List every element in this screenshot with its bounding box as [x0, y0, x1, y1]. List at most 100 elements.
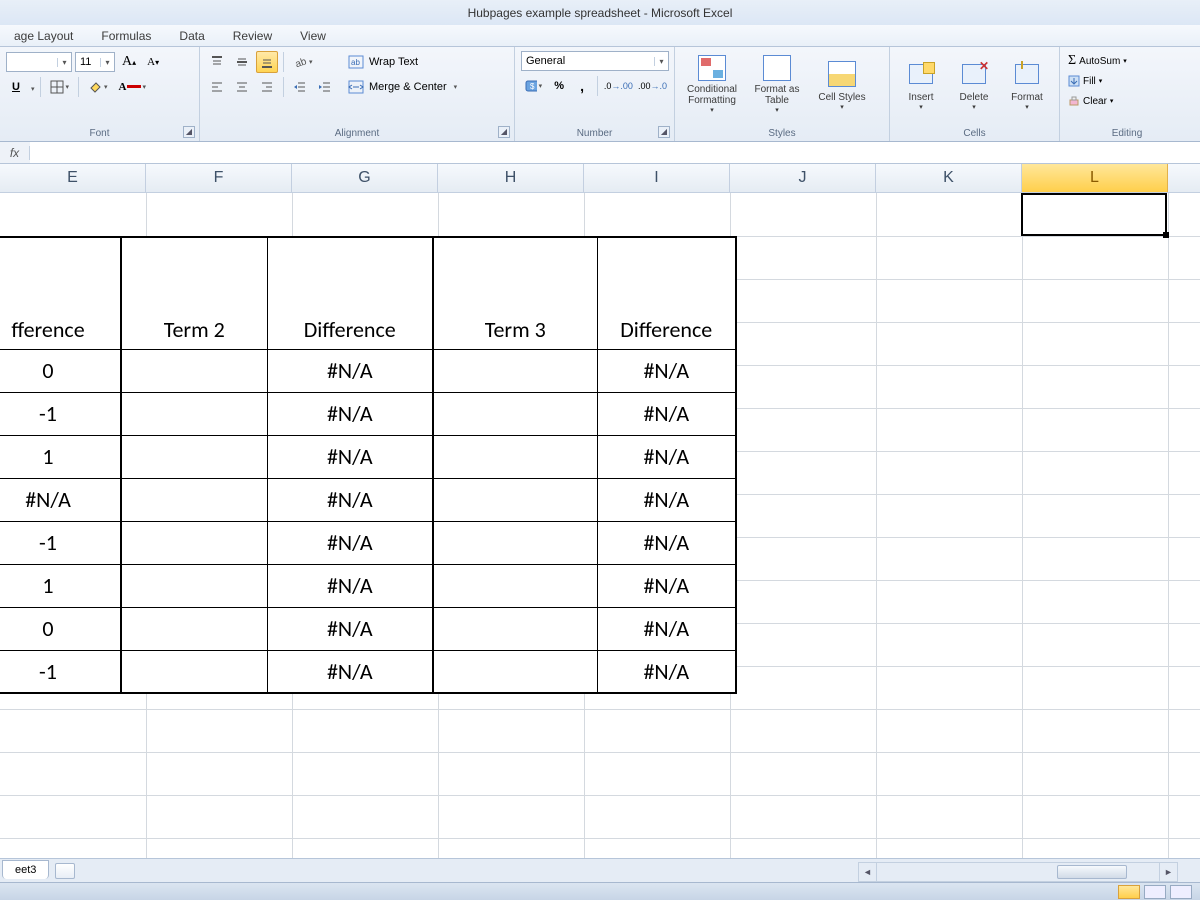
table-cell[interactable]: #N/A	[597, 650, 736, 693]
insert-cells-button[interactable]: Insert▾	[896, 51, 946, 117]
table-cell[interactable]	[433, 478, 597, 521]
percent-button[interactable]: %	[549, 75, 569, 97]
fx-icon[interactable]: fx	[0, 146, 30, 160]
cell-styles-button[interactable]: Cell Styles▾	[811, 51, 873, 117]
table-cell[interactable]	[433, 650, 597, 693]
column-header-I[interactable]: I	[584, 164, 730, 192]
tab-page-layout[interactable]: age Layout	[0, 26, 87, 46]
align-right-button[interactable]	[256, 76, 278, 98]
autosum-button[interactable]: ΣAutoSum▾	[1066, 51, 1194, 71]
table-cell[interactable]: #N/A	[267, 607, 433, 650]
fill-color-button[interactable]	[84, 76, 112, 98]
align-center-button[interactable]	[231, 76, 253, 98]
table-cell[interactable]	[121, 435, 267, 478]
table-header[interactable]: fference	[0, 237, 121, 349]
table-cell[interactable]: #N/A	[0, 478, 121, 521]
column-header-G[interactable]: G	[292, 164, 438, 192]
column-header-K[interactable]: K	[876, 164, 1022, 192]
align-top-button[interactable]	[206, 51, 228, 73]
decrease-indent-button[interactable]	[289, 76, 311, 98]
orientation-button[interactable]: ab	[289, 51, 317, 73]
table-cell[interactable]: 1	[0, 435, 121, 478]
table-header[interactable]: Difference	[597, 237, 736, 349]
table-cell[interactable]: #N/A	[267, 478, 433, 521]
column-header-E[interactable]: E	[0, 164, 146, 192]
table-cell[interactable]: #N/A	[267, 392, 433, 435]
table-cell[interactable]: #N/A	[597, 349, 736, 392]
table-cell[interactable]	[121, 607, 267, 650]
normal-view-button[interactable]	[1118, 885, 1140, 899]
align-bottom-button[interactable]	[256, 51, 278, 73]
table-cell[interactable]	[433, 607, 597, 650]
table-cell[interactable]: -1	[0, 650, 121, 693]
column-header-J[interactable]: J	[730, 164, 876, 192]
table-cell[interactable]: #N/A	[267, 650, 433, 693]
table-cell[interactable]	[433, 392, 597, 435]
table-cell[interactable]	[121, 564, 267, 607]
table-cell[interactable]: #N/A	[597, 521, 736, 564]
table-cell[interactable]: #N/A	[267, 435, 433, 478]
table-header[interactable]: Term 2	[121, 237, 267, 349]
table-cell[interactable]	[121, 650, 267, 693]
accounting-format-button[interactable]: $	[521, 75, 546, 97]
comma-button[interactable]: ,	[572, 75, 592, 97]
decrease-decimal-button[interactable]: .00→.0	[637, 75, 668, 97]
shrink-font-button[interactable]: A▾	[143, 51, 163, 73]
table-cell[interactable]: 1	[0, 564, 121, 607]
table-cell[interactable]	[121, 521, 267, 564]
scroll-track[interactable]	[877, 863, 1159, 881]
wrap-text-button[interactable]: ab Wrap Text	[344, 51, 474, 73]
alignment-dialog-launcher[interactable]: ◢	[498, 126, 510, 138]
number-dialog-launcher[interactable]: ◢	[658, 126, 670, 138]
clear-button[interactable]: Clear▾	[1066, 91, 1194, 111]
new-sheet-button[interactable]	[55, 863, 75, 879]
table-cell[interactable]	[121, 392, 267, 435]
underline-button[interactable]: U	[6, 76, 26, 98]
data-table[interactable]: fferenceTerm 2DifferenceTerm 3Difference…	[0, 236, 737, 694]
page-break-view-button[interactable]	[1170, 885, 1192, 899]
grow-font-button[interactable]: A▴	[118, 51, 140, 73]
table-cell[interactable]: #N/A	[597, 478, 736, 521]
table-cell[interactable]: -1	[0, 521, 121, 564]
table-header[interactable]: Term 3	[433, 237, 597, 349]
font-size-combo[interactable]: 11▾	[75, 52, 115, 72]
table-cell[interactable]	[121, 349, 267, 392]
format-cells-button[interactable]: Format▾	[1002, 51, 1052, 117]
table-cell[interactable]: #N/A	[267, 349, 433, 392]
borders-button[interactable]	[46, 76, 74, 98]
fill-button[interactable]: Fill▾	[1066, 71, 1194, 91]
formula-input[interactable]	[30, 142, 1200, 163]
tab-view[interactable]: View	[286, 26, 340, 46]
table-cell[interactable]: #N/A	[597, 607, 736, 650]
horizontal-scrollbar[interactable]: ◄ ►	[858, 862, 1178, 882]
column-headers[interactable]: EFGHIJKL	[0, 164, 1200, 193]
scroll-right-button[interactable]: ►	[1159, 863, 1177, 881]
tab-review[interactable]: Review	[219, 26, 286, 46]
column-header-F[interactable]: F	[146, 164, 292, 192]
font-dialog-launcher[interactable]: ◢	[183, 126, 195, 138]
table-cell[interactable]	[433, 435, 597, 478]
align-middle-button[interactable]	[231, 51, 253, 73]
table-cell[interactable]: -1	[0, 392, 121, 435]
font-color-button[interactable]: A	[115, 76, 150, 98]
format-as-table-button[interactable]: Format as Table▾	[746, 51, 808, 117]
scroll-thumb[interactable]	[1057, 865, 1127, 879]
table-cell[interactable]	[433, 564, 597, 607]
scroll-left-button[interactable]: ◄	[859, 863, 877, 881]
selected-cell[interactable]	[1021, 193, 1167, 236]
column-header-H[interactable]: H	[438, 164, 584, 192]
table-cell[interactable]	[121, 478, 267, 521]
table-cell[interactable]: 0	[0, 607, 121, 650]
table-cell[interactable]	[433, 521, 597, 564]
underline-menu[interactable]	[29, 78, 35, 96]
sheet-tab[interactable]: eet3	[2, 860, 49, 879]
table-cell[interactable]: #N/A	[597, 392, 736, 435]
table-cell[interactable]: 0	[0, 349, 121, 392]
align-left-button[interactable]	[206, 76, 228, 98]
conditional-formatting-button[interactable]: Conditional Formatting▾	[681, 51, 743, 117]
table-header[interactable]: Difference	[267, 237, 433, 349]
number-format-combo[interactable]: General▾	[521, 51, 669, 71]
column-header-L[interactable]: L	[1022, 164, 1168, 192]
increase-indent-button[interactable]	[314, 76, 336, 98]
delete-cells-button[interactable]: Delete▾	[949, 51, 999, 117]
